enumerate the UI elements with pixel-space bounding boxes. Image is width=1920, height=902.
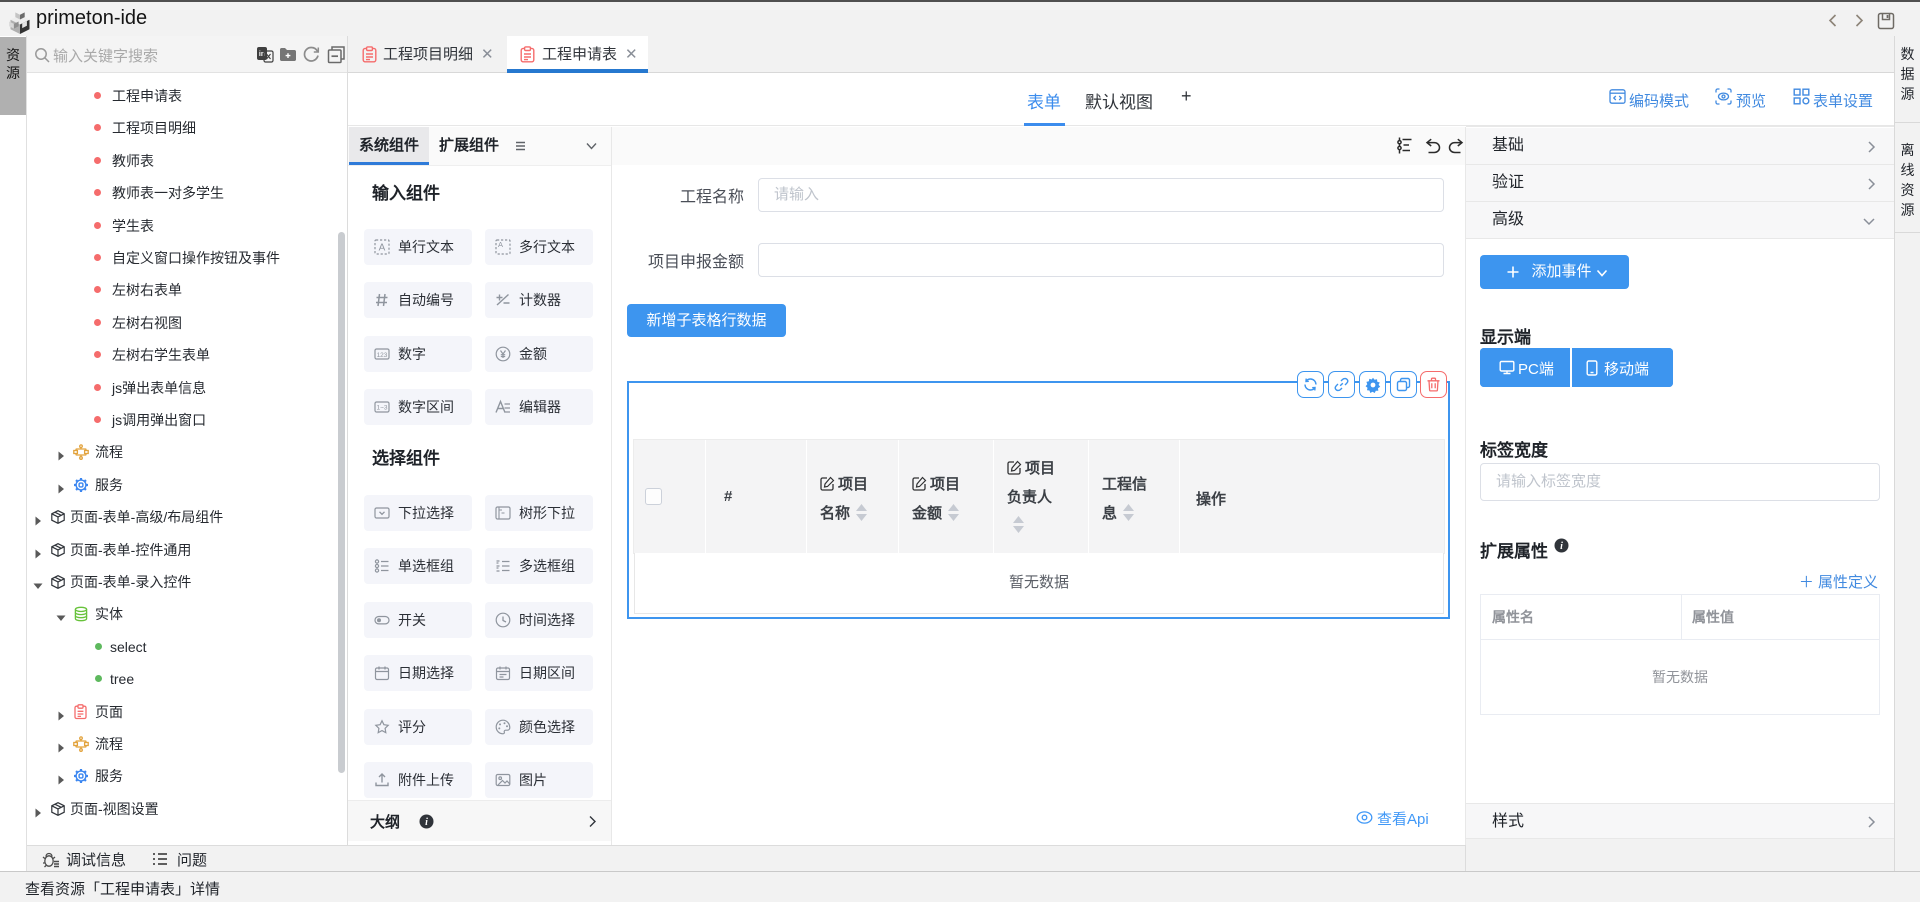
svg-text:1~3: 1~3 [376,405,387,412]
svg-text:i: i [425,817,428,828]
svg-text:123: 123 [377,352,388,359]
svg-text:A: A [498,240,503,249]
svg-text:A: A [379,243,386,254]
svg-text:i: i [1560,541,1563,552]
